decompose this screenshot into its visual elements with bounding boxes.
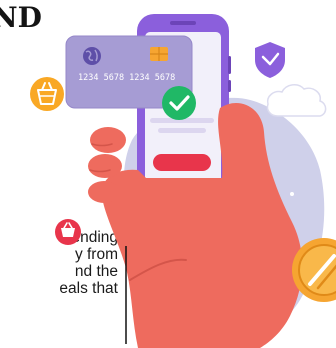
sparkle-dot [316, 154, 320, 158]
phone-speaker [170, 21, 196, 25]
finger [88, 154, 122, 178]
sparkle-dot [290, 192, 294, 196]
hand-illustration [88, 102, 303, 348]
finger [90, 127, 126, 153]
page-title: ND [0, 1, 42, 34]
pay-button[interactable] [153, 154, 211, 171]
home-button[interactable] [171, 197, 195, 209]
background-blob [123, 97, 325, 346]
screen-text-line [150, 118, 214, 123]
globe-icon [83, 47, 101, 65]
smartphone [137, 14, 231, 216]
body-line: nd the [74, 263, 118, 280]
body-line: y from [74, 246, 118, 263]
shopping-basket-icon [30, 77, 64, 111]
body-paragraph: ending y from nd the eals that [0, 229, 118, 297]
checkmark-icon [162, 86, 196, 120]
screen-text-line [158, 128, 206, 133]
finger [88, 181, 120, 203]
credit-card: 1234 5678 1234 5678 [65, 35, 193, 109]
cloud-icon [266, 84, 327, 117]
sparkle-dot [249, 297, 255, 303]
body-line: eals that [59, 280, 118, 297]
body-line: ending [71, 229, 118, 246]
sparkle-dot [177, 229, 183, 235]
coin-icon [292, 238, 336, 302]
chip-icon [150, 47, 168, 61]
card-number: 1234 5678 1234 5678 [78, 73, 175, 83]
phone-screen [145, 32, 221, 190]
page: ND ce ending y from nd the eals that [0, 0, 336, 348]
shield-check-icon [255, 42, 285, 78]
